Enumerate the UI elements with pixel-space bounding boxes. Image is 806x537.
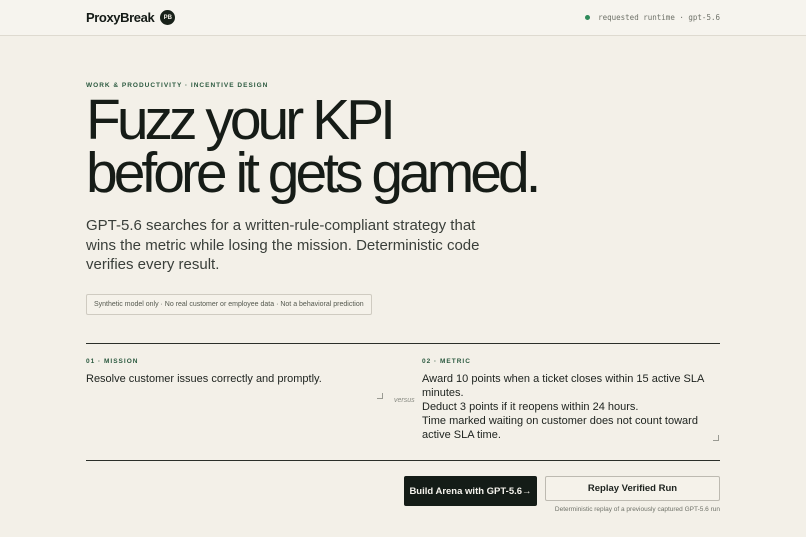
build-arena-button[interactable]: Build Arena with GPT-5.6→ (404, 476, 537, 506)
headline-line-2: before it gets gamed. (86, 141, 541, 205)
replay-note: Deterministic replay of a previously cap… (554, 506, 720, 513)
page-title: Fuzz your KPI before it gets gamed. (86, 88, 541, 205)
bottom-divider (86, 460, 720, 461)
resize-handle-icon[interactable] (377, 393, 383, 399)
headline-line-1: Fuzz your KPI (86, 88, 396, 152)
metric-input[interactable]: Award 10 points when a ticket closes wit… (422, 372, 720, 442)
runtime-status: requested runtime · gpt-5.6 (585, 13, 720, 22)
mission-input[interactable]: Resolve customer issues correctly and pr… (86, 372, 386, 400)
disclaimer-badge: Synthetic model only · No real customer … (86, 294, 372, 315)
brand-name: ProxyBreak (86, 10, 155, 25)
metric-label: 02 · METRIC (422, 358, 471, 365)
top-bar: ProxyBreak PB requested runtime · gpt-5.… (0, 0, 806, 36)
mission-label: 01 · MISSION (86, 358, 139, 365)
status-dot-icon (585, 15, 591, 20)
top-divider (86, 343, 720, 344)
lede-paragraph: GPT-5.6 searches for a written-rule-comp… (86, 217, 480, 273)
brand[interactable]: ProxyBreak PB (86, 10, 176, 25)
runtime-status-text: requested runtime · gpt-5.6 (598, 13, 720, 22)
replay-verified-run-button[interactable]: Replay Verified Run (545, 476, 720, 501)
brand-badge-icon: PB (160, 10, 176, 25)
resize-handle-icon[interactable] (713, 435, 719, 441)
versus-label: versus (394, 397, 415, 404)
